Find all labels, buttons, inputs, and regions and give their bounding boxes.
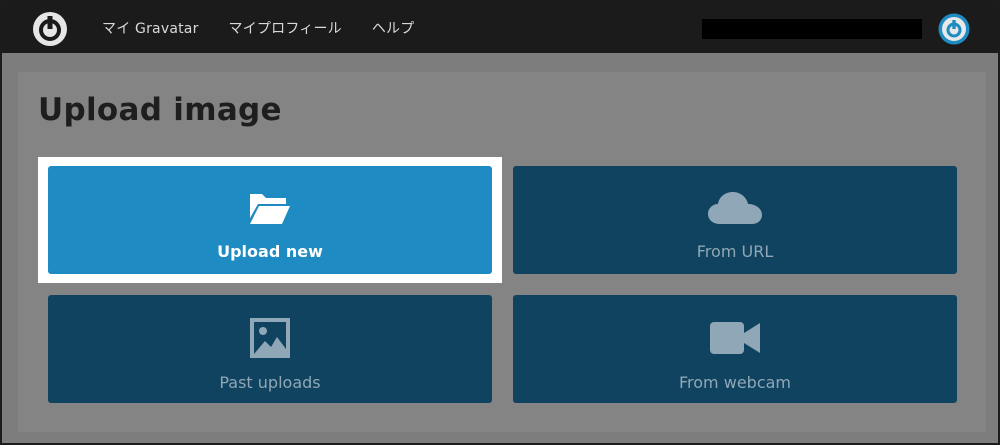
nav-my-profile[interactable]: マイプロフィール: [229, 18, 342, 38]
past-uploads-label: Past uploads: [219, 373, 321, 392]
nav-my-gravatar[interactable]: マイ Gravatar: [102, 18, 199, 38]
nav-help[interactable]: ヘルプ: [372, 18, 415, 38]
user-avatar-icon[interactable]: [938, 13, 970, 45]
video-camera-icon: [710, 322, 760, 354]
upload-new-label: Upload new: [217, 242, 323, 261]
app-frame: マイ Gravatar マイプロフィール ヘルプ Upload image Up…: [0, 0, 1000, 445]
upload-new-button[interactable]: Upload new: [48, 166, 492, 274]
from-url-button[interactable]: From URL: [513, 166, 957, 274]
folder-open-icon: [250, 194, 290, 224]
account-name-redacted[interactable]: [702, 19, 922, 39]
cloud-icon: [708, 192, 762, 224]
past-uploads-button[interactable]: Past uploads: [48, 295, 492, 403]
from-webcam-button[interactable]: From webcam: [513, 295, 957, 403]
top-navigation-bar: マイ Gravatar マイプロフィール ヘルプ: [2, 2, 998, 53]
main-nav: マイ Gravatar マイプロフィール ヘルプ: [102, 2, 414, 53]
from-webcam-label: From webcam: [679, 373, 791, 392]
gravatar-logo-icon[interactable]: [32, 11, 68, 47]
from-url-label: From URL: [696, 242, 774, 261]
image-icon: [250, 318, 290, 358]
page-title: Upload image: [38, 92, 282, 128]
